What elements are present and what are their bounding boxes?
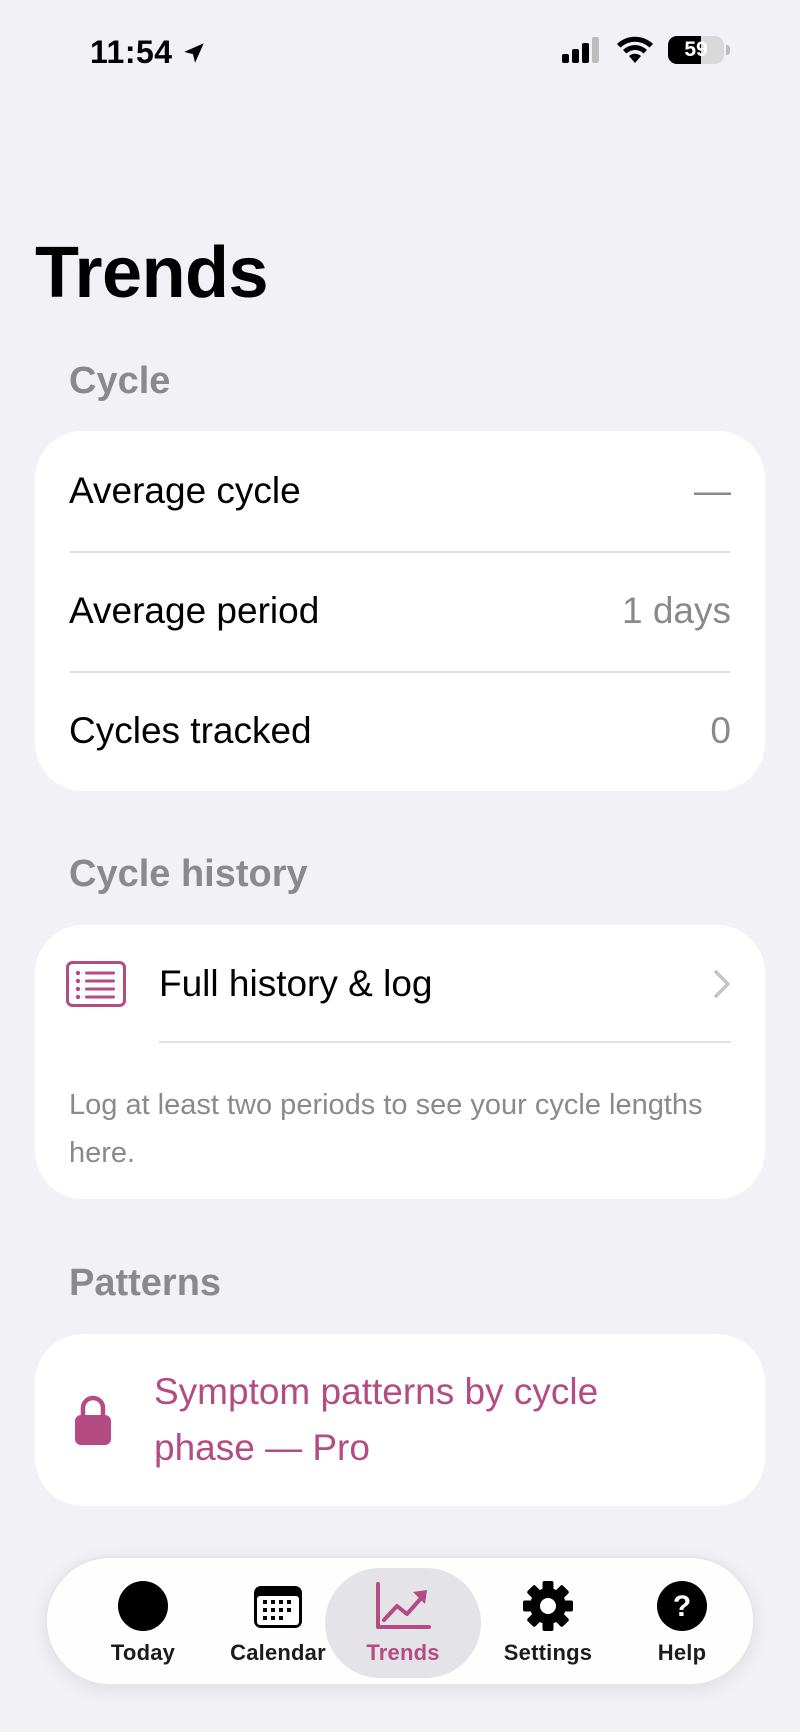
- section-header-cycle-history: Cycle history: [69, 853, 308, 895]
- cycle-stats-card: Average cycle — Average period 1 days Cy…: [35, 431, 765, 791]
- wifi-icon: [617, 36, 653, 63]
- tab-label: Trends: [366, 1640, 440, 1665]
- stat-row-cycles-tracked: Cycles tracked 0: [35, 671, 765, 791]
- tab-trends[interactable]: Trends: [325, 1568, 481, 1678]
- tab-today[interactable]: Today: [83, 1568, 203, 1678]
- question-icon: ?: [656, 1578, 708, 1634]
- full-history-label: Full history & log: [159, 963, 433, 1004]
- stat-row-average-period: Average period 1 days: [35, 551, 765, 671]
- page-title: Trends: [35, 233, 269, 313]
- chart-trend-icon: [375, 1578, 431, 1634]
- battery-cap: [726, 45, 730, 55]
- gear-icon: [522, 1578, 574, 1634]
- stat-value: —: [694, 470, 731, 511]
- stat-label: Cycles tracked: [69, 710, 312, 751]
- status-time-text: 11:54: [90, 34, 173, 70]
- status-indicators: 59: [562, 36, 730, 64]
- stat-row-average-cycle: Average cycle —: [35, 431, 765, 551]
- cellular-signal-icon: [562, 37, 599, 63]
- battery-percent: 59: [684, 38, 708, 61]
- tab-label: Help: [657, 1640, 707, 1665]
- symptom-patterns-pro-row[interactable]: Symptom patterns by cycle phase — Pro: [35, 1334, 765, 1506]
- symptom-patterns-label: Symptom patterns by cycle phase — Pro: [154, 1371, 599, 1468]
- stat-label: Average period: [69, 590, 320, 631]
- list-icon: [66, 961, 126, 1007]
- tab-settings[interactable]: Settings: [483, 1568, 613, 1678]
- battery-icon: 59: [668, 36, 724, 64]
- cycle-history-card: Full history & log Log at least two peri…: [35, 925, 765, 1199]
- chevron-right-icon: [714, 970, 730, 998]
- tab-bar: Today Calendar Trends Settings ? Help: [45, 1556, 755, 1686]
- tab-label: Calendar: [230, 1640, 326, 1665]
- status-bar: 11:54 59: [0, 0, 800, 110]
- status-time: 11:54: [90, 34, 207, 71]
- stat-value: 0: [710, 710, 731, 751]
- patterns-card: Symptom patterns by cycle phase — Pro: [35, 1334, 765, 1506]
- tab-label: Settings: [503, 1640, 593, 1665]
- calendar-icon: [253, 1578, 303, 1634]
- history-empty-note: Log at least two periods to see your cyc…: [69, 1089, 703, 1169]
- stat-value: 1 days: [621, 590, 731, 631]
- lock-icon: [75, 1395, 111, 1445]
- location-arrow-icon: [183, 42, 204, 63]
- svg-text:?: ?: [673, 1590, 691, 1623]
- full-history-link[interactable]: Full history & log: [35, 925, 765, 1043]
- section-header-cycle: Cycle: [69, 360, 171, 402]
- stat-label: Average cycle: [69, 470, 301, 511]
- tab-calendar[interactable]: Calendar: [213, 1568, 343, 1678]
- tab-label: Today: [110, 1640, 176, 1665]
- tab-help[interactable]: ? Help: [622, 1568, 742, 1678]
- circle-icon: [117, 1578, 169, 1634]
- section-header-patterns: Patterns: [69, 1262, 222, 1304]
